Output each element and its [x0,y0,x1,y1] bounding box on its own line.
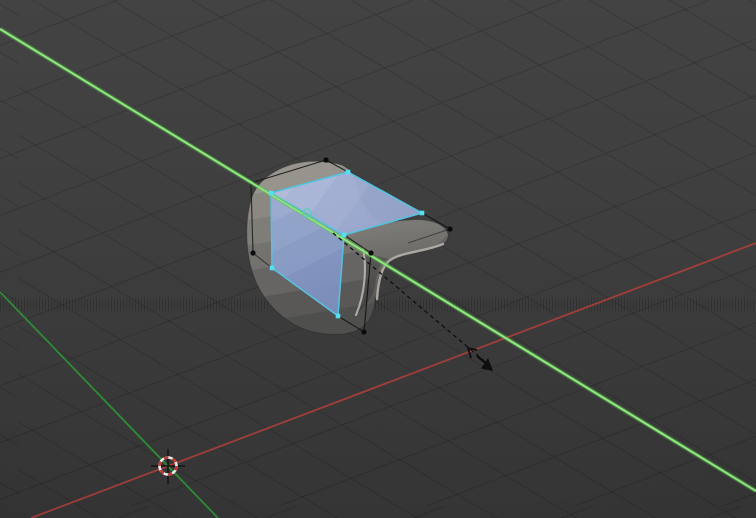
y-axis-line [0,291,219,518]
x-axis-line [30,242,756,518]
drag-arrow-nw [466,346,478,359]
axis-constraint-line [0,26,756,494]
viewport-canvas[interactable] [0,0,756,518]
blender-3d-viewport[interactable] [0,0,756,518]
